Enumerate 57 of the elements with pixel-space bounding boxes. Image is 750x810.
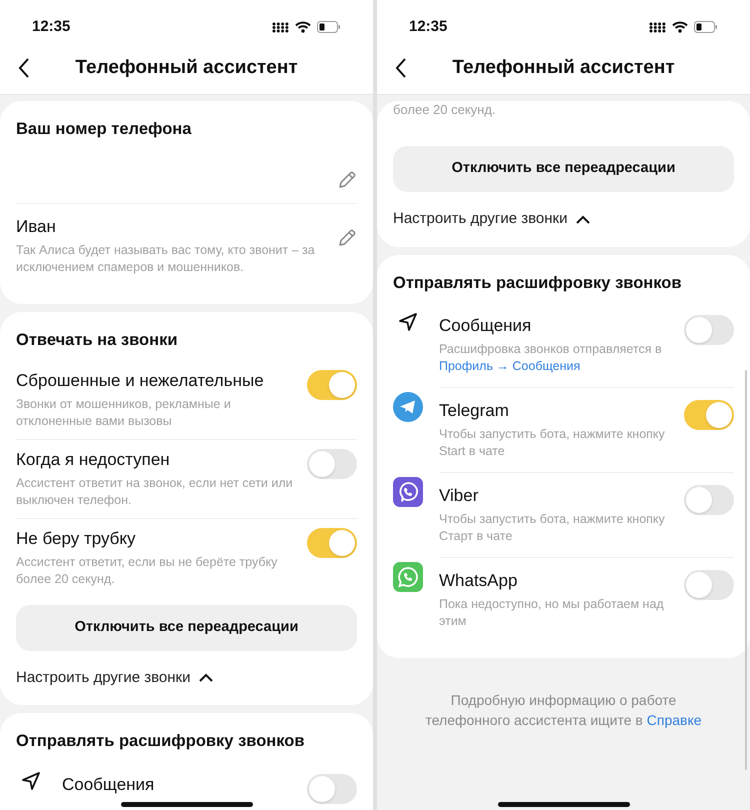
chevron-up-icon (576, 214, 590, 224)
phone-bubble-icon (393, 562, 423, 592)
item-description: Ассистент ответит на звонок, если нет сети или выключен телефон. (16, 474, 294, 508)
item-title: Telegram (439, 400, 510, 422)
page-title: Телефонный ассистент (75, 56, 298, 80)
signal-icon (649, 22, 666, 32)
disable-forwarding-button[interactable]: Отключить все переадресации (16, 604, 357, 650)
wifi-icon (295, 21, 311, 33)
status-time: 12:35 (32, 16, 70, 37)
paper-plane-icon (393, 392, 423, 422)
help-link[interactable]: Справке (646, 712, 702, 728)
expand-toggle[interactable]: Настроить другие звонки (393, 208, 590, 230)
item-description: Чтобы запустить бота, нажмите кнопку Start в чате (439, 426, 666, 460)
item-title: Сообщения (439, 315, 532, 338)
item-title: Сообщения (62, 774, 154, 796)
toggle-switch[interactable] (307, 528, 357, 558)
signal-icon (272, 22, 289, 32)
pencil-icon[interactable] (337, 170, 357, 190)
section-title: Отправлять расшифровку звонков (16, 731, 306, 752)
expand-toggle[interactable]: Настроить другие звонки (16, 666, 212, 689)
toggle-switch[interactable] (684, 315, 734, 346)
scrollbar[interactable] (745, 370, 747, 770)
toggle-switch[interactable] (307, 370, 357, 400)
chevron-up-icon (198, 673, 212, 682)
item-title: Viber (439, 485, 480, 508)
item-description: Расшифровка звонков отправляется в Профиль → Сообщения (439, 341, 663, 376)
item-description: Звонки от мошенников, рекламные и отклоненные вами вызовы (16, 396, 232, 430)
back-icon[interactable] (18, 57, 30, 79)
item-description: Пока недоступно, но мы работаем над этим (439, 596, 665, 630)
item-description: Ассистент ответит, если вы не берёте трубку более 20 секунд. (16, 554, 278, 588)
section-title: Ваш номер телефона (16, 119, 192, 140)
disable-forwarding-button[interactable]: Отключить все переадресации (393, 146, 734, 192)
item-description: Так Алиса будет называть вас тому, кто звонит – за исключением спамеров и мошенников. (16, 242, 316, 276)
item-title: WhatsApp (439, 570, 518, 592)
toggle-switch[interactable] (307, 448, 357, 478)
battery-icon (317, 21, 341, 33)
item-title: Когда я недоступен (16, 448, 171, 470)
toggle-switch[interactable] (684, 400, 734, 430)
profile-link[interactable]: Профиль → Сообщения (439, 359, 580, 374)
phone-bubble-icon (393, 477, 423, 508)
wifi-icon (672, 21, 688, 33)
item-description: более 20 секунд. (393, 101, 497, 119)
item-description: Чтобы запустить бота, нажмите кнопку Старт в чате (439, 511, 666, 546)
battery-icon (694, 21, 718, 33)
back-icon[interactable] (395, 57, 407, 79)
item-title: Не беру трубку (16, 528, 137, 550)
page-title: Телефонный ассистент (452, 56, 675, 80)
item-title: Иван (16, 216, 57, 238)
pencil-icon[interactable] (337, 228, 357, 248)
section-title: Отправлять расшифровку звонков (393, 272, 683, 294)
toggle-switch[interactable] (684, 570, 734, 600)
item-title: Сброшенные и нежелательные (16, 370, 265, 392)
section-title: Отвечать на звонки (16, 330, 178, 351)
status-time: 12:35 (409, 16, 448, 37)
toggle-switch[interactable] (684, 485, 734, 516)
toggle-switch[interactable] (307, 774, 357, 804)
help-text: Подробную информацию о работе телефонного ассистента ищите в Справке (424, 691, 703, 730)
